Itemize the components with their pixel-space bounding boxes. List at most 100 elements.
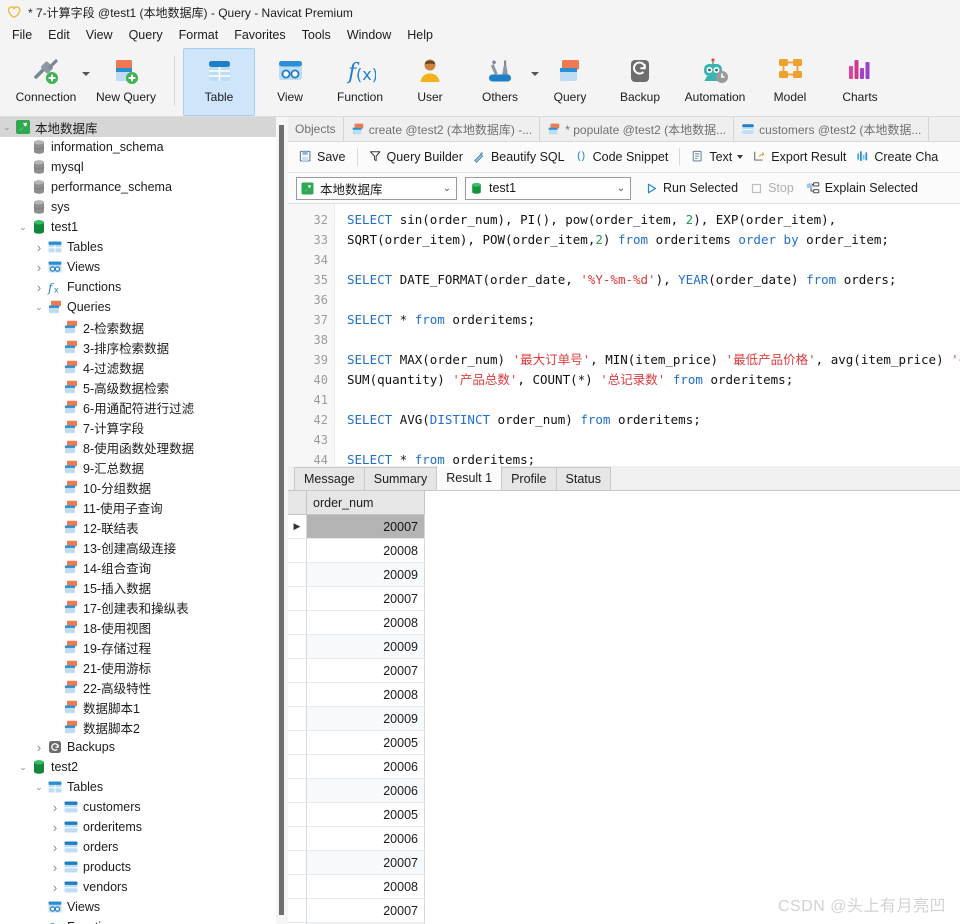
table-row[interactable]: 20009 <box>288 562 425 587</box>
table-cell[interactable]: 20008 <box>306 874 425 899</box>
result-tab-profile[interactable]: Profile <box>501 467 557 490</box>
tree-item[interactable]: Views <box>0 897 288 917</box>
table-row[interactable]: 20007 <box>288 658 425 683</box>
table-row[interactable]: 20006 <box>288 754 425 779</box>
code-line[interactable]: SELECT MAX(order_num) '最大订单号', MIN(item_… <box>347 350 960 370</box>
tree-item[interactable]: 18-使用视图 <box>0 617 288 637</box>
tree-item[interactable]: 3-排序检索数据 <box>0 337 288 357</box>
toolbar-button-query[interactable]: Query <box>535 48 605 116</box>
tree-item[interactable]: information_schema <box>0 137 288 157</box>
chevron-right-icon[interactable]: › <box>48 840 62 855</box>
editor-button-beautify-sql[interactable]: Beautify SQL <box>468 148 570 166</box>
toolbar-button-backup[interactable]: Backup <box>605 48 675 116</box>
table-cell[interactable]: 20007 <box>306 514 425 539</box>
chevron-down-icon[interactable]: ⌄ <box>438 183 456 194</box>
table-cell[interactable]: 20008 <box>306 538 425 563</box>
document-tab[interactable]: Objects <box>288 117 344 141</box>
table-row[interactable]: 20007 <box>288 898 425 923</box>
chevron-right-icon[interactable]: › <box>48 800 62 815</box>
tree-item[interactable]: 12-联结表 <box>0 517 288 537</box>
database-select[interactable]: test1 ⌄ <box>465 176 631 200</box>
tree-item[interactable]: › orderitems <box>0 817 288 837</box>
result-grid[interactable]: order_num ▶ 20007 20008 20009 20007 20008 2000… <box>288 491 960 924</box>
toolbar-button-user[interactable]: User <box>395 48 465 116</box>
tree-item[interactable]: › Tables <box>0 237 288 257</box>
chevron-right-icon[interactable]: › <box>32 740 46 755</box>
tree-item[interactable]: › f x Functions <box>0 277 288 297</box>
tree-item[interactable]: fx Functions <box>0 917 288 924</box>
table-cell[interactable]: 20006 <box>306 754 425 779</box>
table-cell[interactable]: 20006 <box>306 778 425 803</box>
toolbar-button-new-query[interactable]: New Query <box>86 48 166 116</box>
tree-item[interactable]: 19-存储过程 <box>0 637 288 657</box>
tree-item[interactable]: › customers <box>0 797 288 817</box>
toolbar-button-charts[interactable]: Charts <box>825 48 895 116</box>
table-row[interactable]: 20008 <box>288 538 425 563</box>
editor-button-query-builder[interactable]: Query Builder <box>364 148 468 166</box>
toolbar-button-connection[interactable]: Connection <box>6 48 90 116</box>
tree-item[interactable]: 数据脚本2 <box>0 717 288 737</box>
code-line[interactable]: SELECT AVG(DISTINCT order_num) from orde… <box>347 410 960 430</box>
table-row[interactable]: 20006 <box>288 826 425 851</box>
table-row[interactable]: 20008 <box>288 610 425 635</box>
menu-item-format[interactable]: Format <box>171 26 227 44</box>
toolbar-button-others[interactable]: Others <box>465 48 539 116</box>
code-line[interactable] <box>347 430 960 450</box>
table-cell[interactable]: 20009 <box>306 634 425 659</box>
menu-item-file[interactable]: File <box>4 26 40 44</box>
menu-item-query[interactable]: Query <box>121 26 171 44</box>
tree-item[interactable]: ⌄ Queries <box>0 297 288 317</box>
tree-item[interactable]: 8-使用函数处理数据 <box>0 437 288 457</box>
tree-item[interactable]: 10-分组数据 <box>0 477 288 497</box>
tree-item[interactable]: ⌄ test1 <box>0 217 288 237</box>
table-row[interactable]: 20008 <box>288 874 425 899</box>
tree-item[interactable]: 21-使用游标 <box>0 657 288 677</box>
tree-item[interactable]: 9-汇总数据 <box>0 457 288 477</box>
table-cell[interactable]: 20009 <box>306 706 425 731</box>
table-cell[interactable]: 20008 <box>306 610 425 635</box>
menu-item-edit[interactable]: Edit <box>40 26 78 44</box>
table-row[interactable]: 20007 <box>288 850 425 875</box>
editor-button-code-snippet[interactable]: Code Snippet <box>570 148 674 166</box>
result-tab-status[interactable]: Status <box>555 467 611 490</box>
table-row[interactable]: ▶ 20007 <box>288 514 425 539</box>
sql-editor[interactable]: 3233343536373839404142434445464748 SELEC… <box>288 204 960 466</box>
tree-item[interactable]: ⌄ 本地数据库 <box>0 117 288 137</box>
table-row[interactable]: 20009 <box>288 634 425 659</box>
chevron-right-icon[interactable]: › <box>48 820 62 835</box>
chevron-down-icon[interactable]: ⌄ <box>16 762 30 773</box>
menu-item-favorites[interactable]: Favorites <box>226 26 293 44</box>
code-line[interactable]: SELECT DATE_FORMAT(order_date, '%Y-%m-%d… <box>347 270 960 290</box>
document-tab[interactable]: customers @test2 (本地数据... <box>734 117 930 141</box>
tree-item[interactable]: 22-高级特性 <box>0 677 288 697</box>
table-cell[interactable]: 20005 <box>306 802 425 827</box>
run-selected-button[interactable]: Run Selected <box>639 179 744 197</box>
tree-item[interactable]: 11-使用子查询 <box>0 497 288 517</box>
menu-item-help[interactable]: Help <box>399 26 441 44</box>
chevron-right-icon[interactable]: › <box>32 280 46 295</box>
tree-item[interactable]: 14-组合查询 <box>0 557 288 577</box>
result-tab-message[interactable]: Message <box>294 467 365 490</box>
code-line[interactable]: SELECT sin(order_num), PI(), pow(order_i… <box>347 210 960 230</box>
table-row[interactable]: 20005 <box>288 730 425 755</box>
code-line[interactable] <box>347 330 960 350</box>
toolbar-button-function[interactable]: f (x) Function <box>325 48 395 116</box>
toolbar-button-table[interactable]: Table <box>183 48 255 116</box>
chevron-right-icon[interactable]: › <box>32 240 46 255</box>
chevron-right-icon[interactable]: › <box>48 880 62 895</box>
chevron-down-icon[interactable]: ⌄ <box>0 122 14 133</box>
table-cell[interactable]: 20007 <box>306 850 425 875</box>
tree-item[interactable]: › orders <box>0 837 288 857</box>
sql-code-area[interactable]: SELECT sin(order_num), PI(), pow(order_i… <box>335 204 960 466</box>
table-row[interactable]: 20008 <box>288 682 425 707</box>
table-cell[interactable]: 20007 <box>306 658 425 683</box>
chevron-down-icon[interactable] <box>737 155 744 159</box>
table-cell[interactable]: 20007 <box>306 586 425 611</box>
code-line[interactable]: SELECT * from orderitems; <box>347 310 960 330</box>
code-line[interactable] <box>347 390 960 410</box>
code-line[interactable] <box>347 250 960 270</box>
code-line[interactable]: SELECT * from orderitems; <box>347 450 960 466</box>
table-cell[interactable]: 20007 <box>306 898 425 923</box>
editor-button-text[interactable]: Text <box>686 148 748 166</box>
chevron-down-icon[interactable]: ⌄ <box>32 302 46 313</box>
